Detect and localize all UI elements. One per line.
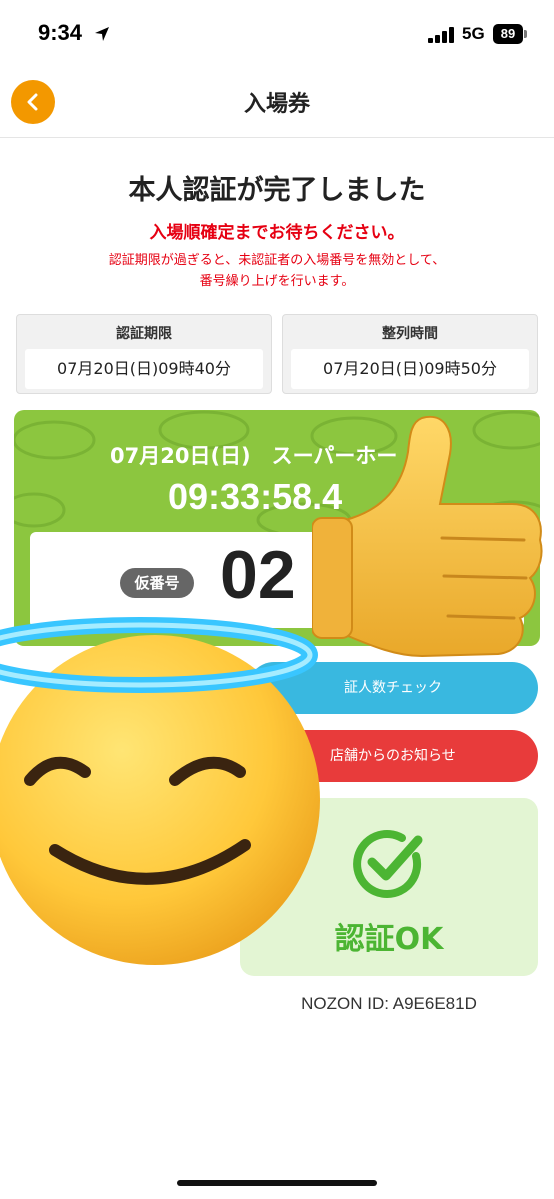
temp-number-label: 仮番号 — [120, 568, 194, 598]
signal-icon — [428, 27, 454, 43]
note-line-2: 番号繰り上げを行います。 — [199, 274, 355, 289]
ticket-screen: 9:34 5G 89 入場券 本人認証が完了しました 入場順確定までお待ちくださ… — [0, 0, 554, 1199]
lineup-label: 整列時間 — [382, 326, 438, 342]
status-time: 9:34 — [38, 20, 83, 45]
page-title: 入場券 — [243, 92, 310, 117]
home-indicator[interactable] — [177, 1180, 377, 1186]
verification-heading: 本人認証が完了しました — [128, 175, 426, 206]
note-line-1: 認証期限が過ぎると、未認証者の入場番号を無効として、 — [108, 253, 446, 268]
lineup-box: 整列時間 07月20日(日)09時50分 — [282, 314, 538, 394]
location-arrow-icon — [95, 27, 109, 41]
wait-message: 入場順確定までお待ちください。 — [149, 223, 405, 243]
deadline-value: 07月20日(日)09時40分 — [25, 349, 263, 389]
deadline-box: 認証期限 07月20日(日)09時40分 — [16, 314, 272, 394]
nozon-id: NOZON ID: A9E6E81D — [301, 994, 477, 1013]
smiling-face-with-halo-icon — [0, 617, 320, 965]
deadline-label: 認証期限 — [116, 326, 172, 342]
check-circle-icon — [353, 830, 423, 898]
status-bar: 9:34 5G 89 — [0, 0, 554, 66]
deadline-note: 認証期限が過ぎると、未認証者の入場番号を無効として、 番号繰り上げを行います。 — [60, 250, 494, 292]
battery-icon: 89 — [493, 24, 523, 44]
battery-tip — [524, 30, 527, 38]
nav-bar: 入場券 — [0, 66, 554, 138]
network-type: 5G — [462, 24, 485, 43]
lineup-value: 07月20日(日)09時50分 — [291, 349, 529, 389]
